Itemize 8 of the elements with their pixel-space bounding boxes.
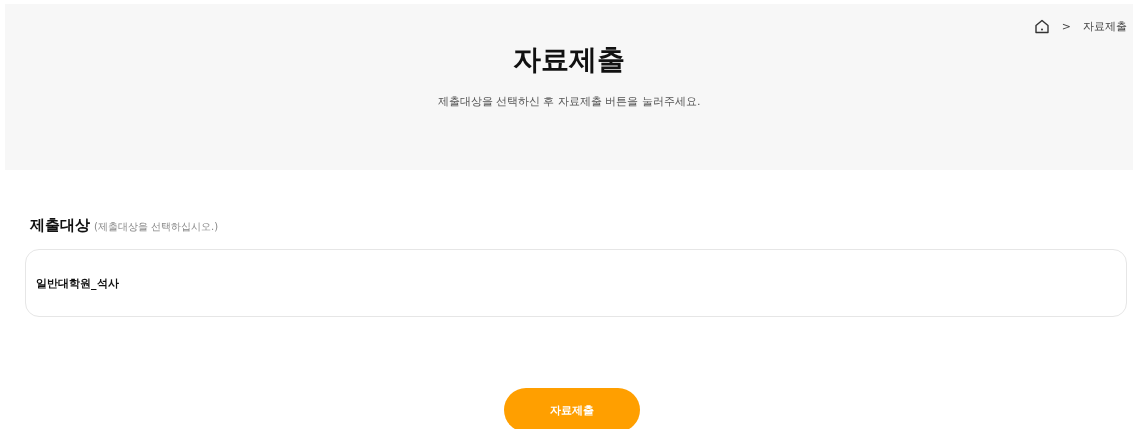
page-title: 자료제출: [513, 42, 625, 78]
section-hint: (제출대상을 선택하십시오.): [94, 220, 219, 234]
breadcrumb-current[interactable]: 자료제출: [1083, 19, 1127, 34]
section-label: 제출대상: [30, 216, 90, 235]
page-subtitle: 제출대상을 선택하신 후 자료제출 버튼을 눌러주세요.: [437, 94, 701, 109]
home-icon[interactable]: [1033, 19, 1050, 34]
target-option[interactable]: 일반대학원_석사: [25, 249, 1127, 317]
breadcrumb-separator: >: [1061, 20, 1071, 33]
